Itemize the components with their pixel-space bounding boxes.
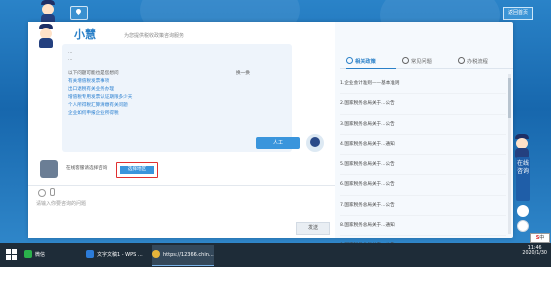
clock-date: 2020/1/30 — [522, 251, 547, 256]
tab-faq[interactable]: 常见问题 — [402, 56, 452, 68]
taskbar: 微信 文字文稿1 - WPS ... https://12366.chin...… — [0, 243, 551, 267]
select-region-button[interactable]: 选择地区 — [116, 162, 158, 178]
list-item[interactable]: 1.企业会计准则——基本准则 — [340, 74, 506, 95]
list-item[interactable]: 5.国家税务总局关于...公告 — [340, 155, 506, 176]
list-item[interactable]: 3.国家税务总局关于...公告 — [340, 115, 506, 135]
top-bar: 返回首页 — [0, 0, 551, 24]
chat-bubble-icon[interactable] — [517, 205, 529, 217]
suggestion-link[interactable]: 有关增值税发票事项 — [68, 78, 109, 84]
chat-area: 小慧 为您提供税收政策咨询服务 ... ... 以下问题可能也是您想问 有关增值… — [28, 22, 335, 238]
list-scrollbar[interactable] — [508, 74, 511, 234]
bot-text-line: ... — [68, 57, 73, 62]
wechat-icon — [24, 250, 32, 258]
wps-icon — [86, 250, 94, 258]
suggestion-intro: 以下问题可能也是您想问 — [68, 71, 119, 76]
suggestion-link[interactable]: 增值税专用发票认证期限多少天 — [68, 94, 132, 100]
microphone-icon[interactable] — [50, 188, 55, 196]
mascot-icon — [40, 0, 56, 24]
info-tabs: 相关政策 常见问题 办税流程 — [340, 56, 513, 69]
back-to-top-icon[interactable] — [517, 220, 529, 232]
tab-label: 办税流程 — [467, 59, 488, 65]
bot-text-line: ... — [68, 50, 73, 55]
taskbar-label: 微信 — [35, 252, 46, 258]
taskbar-app-browser[interactable]: https://12366.chin... — [152, 245, 214, 266]
bot-message-bubble: ... ... 以下问题可能也是您想问 有关增值税发票事项 出口退税有关业务办理… — [62, 44, 292, 152]
policy-icon — [346, 57, 353, 64]
tab-related-policy[interactable]: 相关政策 — [346, 56, 396, 69]
info-panel: 相关政策 常见问题 办税流程 1.企业会计准则——基本准则 2.国家税务总局关于… — [340, 22, 513, 257]
list-item[interactable]: 6.国家税务总局关于...公告 — [340, 175, 506, 196]
policy-list: 1.企业会计准则——基本准则 2.国家税务总局关于...公告 3.国家税务总局关… — [340, 74, 506, 257]
brand-subtitle: 为您提供税收政策咨询服务 — [124, 33, 185, 39]
ime-lang: 中 — [539, 235, 545, 241]
user-avatar-icon — [306, 134, 324, 152]
emoji-icon[interactable] — [38, 189, 46, 197]
back-home-button[interactable]: 返回首页 — [502, 7, 533, 20]
user-message: 人工 — [256, 137, 300, 149]
list-item[interactable]: 8.国家税务总局关于...通知 — [340, 216, 506, 237]
tab-process[interactable]: 办税流程 — [458, 56, 508, 68]
online-consult-tab[interactable]: 在线咨询 — [516, 157, 530, 201]
taskbar-app-wps[interactable]: 文字文稿1 - WPS ... — [86, 245, 148, 265]
input-divider — [28, 185, 335, 186]
location-pin-icon[interactable] — [70, 6, 88, 20]
taskbar-label: 文字文稿1 - WPS ... — [97, 252, 143, 258]
taskbar-label: https://12366.chin... — [163, 252, 214, 258]
send-button[interactable]: 发送 — [296, 222, 330, 235]
taskbar-app-wechat[interactable]: 微信 — [24, 245, 82, 265]
select-region-label: 选择地区 — [120, 166, 154, 174]
question-icon — [402, 57, 409, 64]
suggestion-link[interactable]: 个人所得税汇算清缴有关问题 — [68, 102, 128, 108]
bot-avatar-icon — [40, 160, 58, 178]
list-item[interactable]: 2.国家税务总局关于...公告 — [340, 94, 506, 115]
windows-start-icon[interactable] — [6, 249, 17, 260]
refresh-button[interactable]: 换一换 — [236, 70, 250, 76]
input-method-indicator[interactable]: S中 — [530, 233, 550, 243]
side-mascot-icon — [514, 134, 530, 158]
tab-label: 相关政策 — [355, 59, 376, 65]
bot-reply-text: 在线客服请选择咨询 — [66, 166, 108, 171]
suggestion-link[interactable]: 出口退税有关业务办理 — [68, 86, 114, 92]
system-clock[interactable]: 11:46 2020/1/30 — [522, 246, 547, 256]
consult-panel: 小慧 为您提供税收政策咨询服务 ... ... 以下问题可能也是您想问 有关增值… — [28, 22, 513, 257]
question-input[interactable]: 请输入你要咨询的问题 — [36, 200, 86, 207]
process-icon — [458, 57, 465, 64]
chrome-icon — [152, 250, 160, 258]
list-item[interactable]: 7.国家税务总局关于...公告 — [340, 196, 506, 217]
suggestion-link[interactable]: 企业如何申报企业所得税 — [68, 110, 119, 116]
brand-name: 小慧 — [74, 28, 96, 41]
screen-bottom-margin — [0, 267, 551, 283]
tab-label: 常见问题 — [411, 59, 432, 65]
list-item[interactable]: 4.国家税务总局关于...通知 — [340, 135, 506, 156]
